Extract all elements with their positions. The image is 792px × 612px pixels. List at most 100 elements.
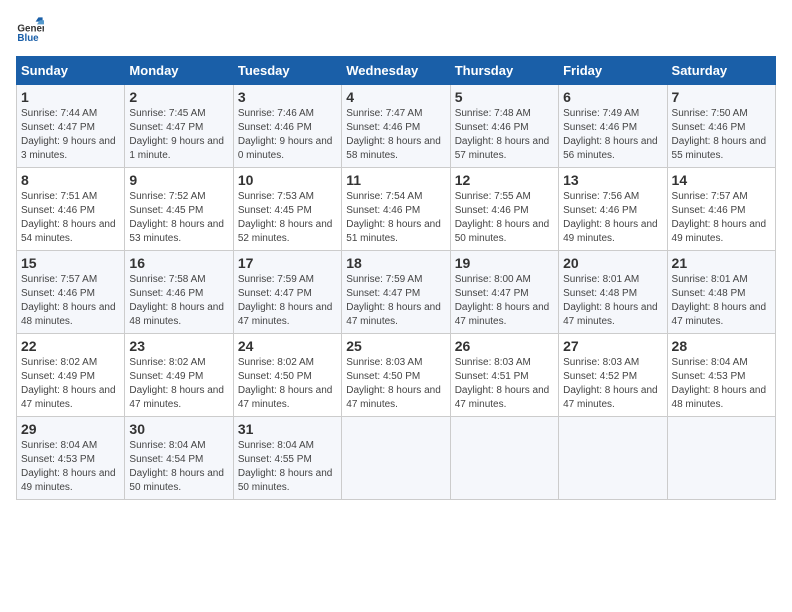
- calendar-cell: 13Sunrise: 7:56 AMSunset: 4:46 PMDayligh…: [559, 168, 667, 251]
- calendar-cell: 3 Sunrise: 7:46 AMSunset: 4:46 PMDaylight…: [233, 85, 341, 168]
- day-info: Sunrise: 7:52 AMSunset: 4:45 PMDaylight:…: [129, 190, 228, 246]
- calendar-cell: 5 Sunrise: 7:48 AMSunset: 4:46 PMDaylight…: [450, 85, 558, 168]
- calendar-cell: [450, 417, 558, 500]
- day-number: 28: [672, 338, 771, 354]
- day-number: 5: [455, 89, 554, 105]
- day-info: Sunrise: 8:00 AMSunset: 4:47 PMDaylight:…: [455, 273, 554, 329]
- day-number: 7: [672, 89, 771, 105]
- calendar-cell: 27Sunrise: 8:03 AMSunset: 4:52 PMDayligh…: [559, 334, 667, 417]
- day-number: 15: [21, 255, 120, 271]
- day-number: 10: [238, 172, 337, 188]
- day-info: Sunrise: 8:04 AMSunset: 4:55 PMDaylight:…: [238, 439, 337, 495]
- day-info: Sunrise: 7:54 AMSunset: 4:46 PMDaylight:…: [346, 190, 445, 246]
- day-info: Sunrise: 8:04 AMSunset: 4:53 PMDaylight:…: [21, 439, 120, 495]
- svg-text:Blue: Blue: [17, 33, 39, 44]
- calendar-cell: [667, 417, 775, 500]
- day-number: 24: [238, 338, 337, 354]
- calendar-cell: 7Sunrise: 7:50 AMSunset: 4:46 PMDaylight…: [667, 85, 775, 168]
- day-number: 26: [455, 338, 554, 354]
- header-thursday: Thursday: [450, 57, 558, 85]
- day-number: 14: [672, 172, 771, 188]
- day-info: Sunrise: 7:56 AMSunset: 4:46 PMDaylight:…: [563, 190, 662, 246]
- day-info: Sunrise: 7:55 AMSunset: 4:46 PMDaylight:…: [455, 190, 554, 246]
- calendar-cell: 8Sunrise: 7:51 AMSunset: 4:46 PMDaylight…: [17, 168, 125, 251]
- calendar-cell: 15 Sunrise: 7:57 AMSunset: 4:46 PMDayligh…: [17, 251, 125, 334]
- calendar-cell: 23Sunrise: 8:02 AMSunset: 4:49 PMDayligh…: [125, 334, 233, 417]
- day-info: Sunrise: 7:58 AMSunset: 4:46 PMDaylight:…: [129, 273, 228, 329]
- day-info: Sunrise: 7:47 AMSunset: 4:46 PMDaylight:…: [346, 107, 445, 163]
- calendar-cell: 31 Sunrise: 8:04 AMSunset: 4:55 PMDayligh…: [233, 417, 341, 500]
- day-info: Sunrise: 7:48 AMSunset: 4:46 PMDaylight:…: [455, 107, 554, 163]
- calendar-cell: [559, 417, 667, 500]
- day-number: 17: [238, 255, 337, 271]
- calendar-cell: 14 Sunrise: 7:57 AMSunset: 4:46 PMDayligh…: [667, 168, 775, 251]
- day-info: Sunrise: 8:03 AMSunset: 4:52 PMDaylight:…: [563, 356, 662, 412]
- day-number: 9: [129, 172, 228, 188]
- header-monday: Monday: [125, 57, 233, 85]
- calendar-cell: 17Sunrise: 7:59 AMSunset: 4:47 PMDayligh…: [233, 251, 341, 334]
- day-info: Sunrise: 7:53 AMSunset: 4:45 PMDaylight:…: [238, 190, 337, 246]
- day-number: 25: [346, 338, 445, 354]
- calendar-cell: 19 Sunrise: 8:00 AMSunset: 4:47 PMDayligh…: [450, 251, 558, 334]
- day-number: 31: [238, 421, 337, 437]
- logo-icon: General Blue: [16, 16, 44, 44]
- header-wednesday: Wednesday: [342, 57, 450, 85]
- calendar-cell: 11 Sunrise: 7:54 AMSunset: 4:46 PMDayligh…: [342, 168, 450, 251]
- calendar-week-row: 15 Sunrise: 7:57 AMSunset: 4:46 PMDayligh…: [17, 251, 776, 334]
- calendar-cell: 1 Sunrise: 7:44 AMSunset: 4:47 PMDaylight…: [17, 85, 125, 168]
- calendar-cell: 18 Sunrise: 7:59 AMSunset: 4:47 PMDayligh…: [342, 251, 450, 334]
- day-info: Sunrise: 8:02 AMSunset: 4:49 PMDaylight:…: [21, 356, 120, 412]
- day-number: 12: [455, 172, 554, 188]
- day-info: Sunrise: 8:02 AMSunset: 4:50 PMDaylight:…: [238, 356, 337, 412]
- header-tuesday: Tuesday: [233, 57, 341, 85]
- day-info: Sunrise: 7:57 AMSunset: 4:46 PMDaylight:…: [21, 273, 120, 329]
- day-info: Sunrise: 8:02 AMSunset: 4:49 PMDaylight:…: [129, 356, 228, 412]
- calendar-cell: 20Sunrise: 8:01 AMSunset: 4:48 PMDayligh…: [559, 251, 667, 334]
- day-number: 18: [346, 255, 445, 271]
- calendar-table: SundayMondayTuesdayWednesdayThursdayFrid…: [16, 56, 776, 500]
- day-info: Sunrise: 7:57 AMSunset: 4:46 PMDaylight:…: [672, 190, 771, 246]
- day-number: 21: [672, 255, 771, 271]
- day-number: 11: [346, 172, 445, 188]
- day-number: 1: [21, 89, 120, 105]
- day-number: 3: [238, 89, 337, 105]
- calendar-cell: 4 Sunrise: 7:47 AMSunset: 4:46 PMDaylight…: [342, 85, 450, 168]
- calendar-cell: 10 Sunrise: 7:53 AMSunset: 4:45 PMDayligh…: [233, 168, 341, 251]
- calendar-cell: [342, 417, 450, 500]
- day-info: Sunrise: 7:49 AMSunset: 4:46 PMDaylight:…: [563, 107, 662, 163]
- day-number: 8: [21, 172, 120, 188]
- day-info: Sunrise: 8:04 AMSunset: 4:54 PMDaylight:…: [129, 439, 228, 495]
- calendar-cell: 29Sunrise: 8:04 AMSunset: 4:53 PMDayligh…: [17, 417, 125, 500]
- calendar-header-row: SundayMondayTuesdayWednesdayThursdayFrid…: [17, 57, 776, 85]
- day-info: Sunrise: 7:46 AMSunset: 4:46 PMDaylight:…: [238, 107, 337, 163]
- calendar-week-row: 8Sunrise: 7:51 AMSunset: 4:46 PMDaylight…: [17, 168, 776, 251]
- logo: General Blue: [16, 16, 48, 44]
- page-header: General Blue: [16, 16, 776, 44]
- day-info: Sunrise: 8:03 AMSunset: 4:51 PMDaylight:…: [455, 356, 554, 412]
- day-number: 16: [129, 255, 228, 271]
- day-number: 6: [563, 89, 662, 105]
- day-info: Sunrise: 7:45 AMSunset: 4:47 PMDaylight:…: [129, 107, 228, 163]
- header-friday: Friday: [559, 57, 667, 85]
- day-number: 2: [129, 89, 228, 105]
- day-number: 4: [346, 89, 445, 105]
- day-info: Sunrise: 8:04 AMSunset: 4:53 PMDaylight:…: [672, 356, 771, 412]
- day-info: Sunrise: 7:44 AMSunset: 4:47 PMDaylight:…: [21, 107, 120, 163]
- day-info: Sunrise: 8:01 AMSunset: 4:48 PMDaylight:…: [672, 273, 771, 329]
- header-saturday: Saturday: [667, 57, 775, 85]
- header-sunday: Sunday: [17, 57, 125, 85]
- calendar-cell: 26 Sunrise: 8:03 AMSunset: 4:51 PMDayligh…: [450, 334, 558, 417]
- day-number: 19: [455, 255, 554, 271]
- day-number: 30: [129, 421, 228, 437]
- calendar-cell: 9 Sunrise: 7:52 AMSunset: 4:45 PMDaylight…: [125, 168, 233, 251]
- calendar-cell: 6 Sunrise: 7:49 AMSunset: 4:46 PMDaylight…: [559, 85, 667, 168]
- calendar-cell: 16 Sunrise: 7:58 AMSunset: 4:46 PMDayligh…: [125, 251, 233, 334]
- day-number: 22: [21, 338, 120, 354]
- day-info: Sunrise: 8:03 AMSunset: 4:50 PMDaylight:…: [346, 356, 445, 412]
- calendar-week-row: 1 Sunrise: 7:44 AMSunset: 4:47 PMDaylight…: [17, 85, 776, 168]
- day-info: Sunrise: 7:59 AMSunset: 4:47 PMDaylight:…: [346, 273, 445, 329]
- day-info: Sunrise: 8:01 AMSunset: 4:48 PMDaylight:…: [563, 273, 662, 329]
- calendar-cell: 25 Sunrise: 8:03 AMSunset: 4:50 PMDayligh…: [342, 334, 450, 417]
- calendar-cell: 24 Sunrise: 8:02 AMSunset: 4:50 PMDayligh…: [233, 334, 341, 417]
- calendar-cell: 12 Sunrise: 7:55 AMSunset: 4:46 PMDayligh…: [450, 168, 558, 251]
